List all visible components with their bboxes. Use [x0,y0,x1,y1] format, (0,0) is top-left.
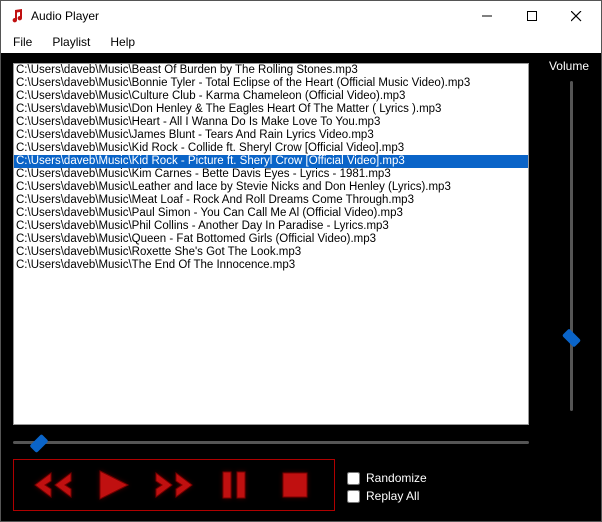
playlist-item[interactable]: C:\Users\daveb\Music\Kid Rock - Collide … [14,142,528,155]
playlist-item[interactable]: C:\Users\daveb\Music\Bonnie Tyler - Tota… [14,77,528,90]
menu-file[interactable]: File [7,33,42,51]
seek-slider[interactable] [13,433,529,453]
randomize-label: Randomize [366,471,427,485]
previous-button[interactable] [28,465,78,505]
seek-slider-track [13,441,529,444]
menu-playlist[interactable]: Playlist [46,33,100,51]
playlist-item[interactable]: C:\Users\daveb\Music\Roxette She's Got T… [14,246,528,259]
playlist-item[interactable]: C:\Users\daveb\Music\Beast Of Burden by … [14,64,528,77]
playlist-item[interactable]: C:\Users\daveb\Music\Meat Loaf - Rock An… [14,194,528,207]
playlist-item[interactable]: C:\Users\daveb\Music\Kim Carnes - Bette … [14,168,528,181]
seek-slider-thumb[interactable] [29,434,48,453]
volume-slider-thumb[interactable] [562,329,581,348]
volume-slider-track [570,81,573,411]
minimize-button[interactable] [464,2,509,30]
volume-label: Volume [549,59,589,73]
window-title: Audio Player [31,9,464,23]
play-button[interactable] [89,465,139,505]
transport-controls [13,459,335,511]
stop-button[interactable] [270,465,320,505]
playlist-item[interactable]: C:\Users\daveb\Music\Phil Collins - Anot… [14,220,528,233]
playlist-item[interactable]: C:\Users\daveb\Music\Don Henley & The Ea… [14,103,528,116]
client-area: Volume C:\Users\daveb\Music\Beast Of Bur… [1,53,601,521]
playlist-item[interactable]: C:\Users\daveb\Music\Leather and lace by… [14,181,528,194]
playlist-listbox[interactable]: C:\Users\daveb\Music\Beast Of Burden by … [13,63,529,425]
randomize-checkbox[interactable] [347,472,360,485]
replay-all-label: Replay All [366,489,419,503]
pause-button[interactable] [209,465,259,505]
titlebar: Audio Player [1,1,601,31]
playlist-item[interactable]: C:\Users\daveb\Music\Heart - All I Wanna… [14,116,528,129]
playlist-item[interactable]: C:\Users\daveb\Music\Kid Rock - Picture … [14,155,528,168]
menubar: File Playlist Help [1,31,601,53]
close-button[interactable] [554,2,599,30]
playlist-item[interactable]: C:\Users\daveb\Music\Culture Club - Karm… [14,90,528,103]
volume-slider[interactable] [561,81,581,411]
app-icon [9,8,25,24]
replay-all-checkbox[interactable] [347,490,360,503]
playlist-item[interactable]: C:\Users\daveb\Music\Paul Simon - You Ca… [14,207,528,220]
playlist-item[interactable]: C:\Users\daveb\Music\The End Of The Inno… [14,259,528,272]
playlist-item[interactable]: C:\Users\daveb\Music\James Blunt - Tears… [14,129,528,142]
next-button[interactable] [149,465,199,505]
menu-help[interactable]: Help [104,33,145,51]
playlist-item[interactable]: C:\Users\daveb\Music\Queen - Fat Bottome… [14,233,528,246]
maximize-button[interactable] [509,2,554,30]
options-panel: Randomize Replay All [347,467,427,507]
